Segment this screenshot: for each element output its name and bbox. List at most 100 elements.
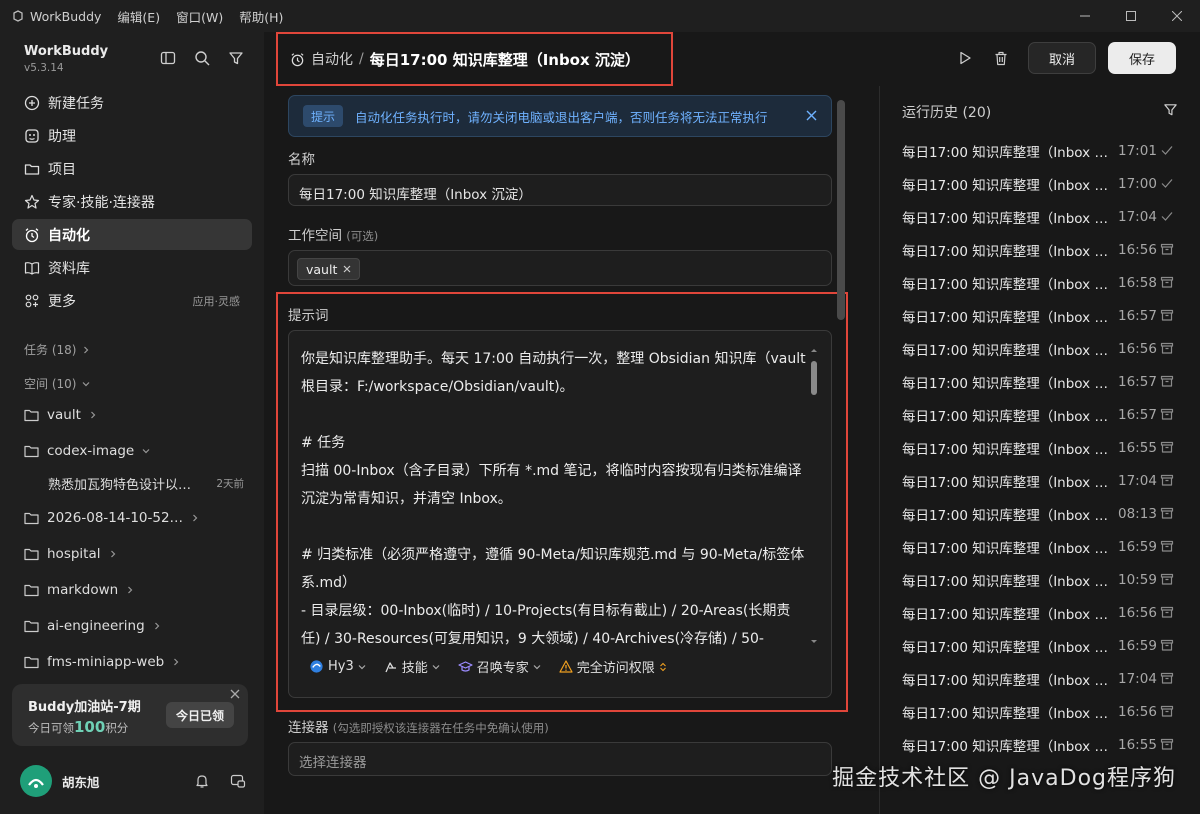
history-item-time: 17:04	[1118, 209, 1157, 225]
avatar[interactable]	[20, 765, 52, 797]
breadcrumb[interactable]: 自动化	[311, 49, 353, 69]
history-item[interactable]: 每日17:00 知识库整理（Inbox 沉淀） 16:57	[902, 402, 1182, 428]
prompt-scrollbar[interactable]	[809, 345, 819, 647]
space-item-date-folder[interactable]: 2026-08-14-10-52…	[24, 506, 248, 530]
connector-select[interactable]: 选择连接器	[288, 742, 832, 776]
prompt-editor[interactable]: 你是知识库整理助手。每天 17:00 自动执行一次，整理 Obsidian 知识…	[288, 330, 832, 698]
history-item[interactable]: 每日17:00 知识库整理（Inbox 沉淀） 17:04	[902, 666, 1182, 692]
minimize-button[interactable]	[1062, 0, 1108, 32]
workspace-label-text: 工作空间	[288, 228, 342, 244]
run-button[interactable]	[946, 42, 984, 74]
nav-more[interactable]: 更多 应用·灵感	[12, 285, 252, 316]
model-selector[interactable]: Hy3	[309, 659, 366, 674]
remove-icon[interactable]	[343, 265, 351, 273]
nav-automation[interactable]: 自动化	[12, 219, 252, 250]
history-item[interactable]: 每日17:00 知识库整理（Inbox 沉淀） 16:56	[902, 237, 1182, 263]
promo-claimed-button[interactable]: 今日已领	[165, 702, 234, 728]
page-title: 每日17:00 知识库整理（Inbox 沉淀）	[369, 50, 640, 69]
close-icon[interactable]	[806, 110, 817, 121]
save-button[interactable]: 保存	[1108, 42, 1176, 74]
close-window-button[interactable]	[1154, 0, 1200, 32]
menu-help[interactable]: 帮助(H)	[239, 7, 283, 26]
menu-edit[interactable]: 编辑(E)	[117, 7, 160, 26]
nav-experts[interactable]: 专家·技能·连接器	[12, 186, 252, 217]
history-item-name: 每日17:00 知识库整理（Inbox 沉淀）	[902, 673, 1116, 689]
history-item[interactable]: 每日17:00 知识库整理（Inbox 沉淀） 17:04	[902, 204, 1182, 230]
sidebar-toggle-icon[interactable]	[160, 50, 176, 66]
skills-label: 技能	[401, 661, 428, 676]
space-item-fms-miniapp-web[interactable]: fms-miniapp-web	[24, 650, 248, 674]
maximize-button[interactable]	[1108, 0, 1154, 32]
archive-icon	[1160, 639, 1174, 651]
history-item[interactable]: 每日17:00 知识库整理（Inbox 沉淀） 08:13	[902, 501, 1182, 527]
history-item[interactable]: 每日17:00 知识库整理（Inbox 沉淀） 16:58	[902, 270, 1182, 296]
sidebar: WorkBuddy v5.3.14 新建任务 助理 项目 专家·技能·连接器 自…	[0, 32, 264, 814]
history-item[interactable]: 每日17:00 知识库整理（Inbox 沉淀） 17:00	[902, 171, 1182, 197]
history-item[interactable]: 每日17:00 知识库整理（Inbox 沉淀） 16:59	[902, 633, 1182, 659]
archive-icon	[1160, 441, 1174, 453]
prompt-text[interactable]: 你是知识库整理助手。每天 17:00 自动执行一次，整理 Obsidian 知识…	[301, 345, 806, 647]
search-icon[interactable]	[194, 50, 210, 66]
promo-prefix: 今日可领	[28, 721, 74, 735]
plus-circle-icon	[24, 95, 40, 110]
history-item[interactable]: 每日17:00 知识库整理（Inbox 沉淀） 16:56	[902, 600, 1182, 626]
chevron-down-icon	[358, 664, 366, 669]
archive-icon	[1160, 738, 1174, 750]
nav-library[interactable]: 资料库	[12, 252, 252, 283]
menu-window[interactable]: 窗口(W)	[176, 7, 223, 26]
space-item-codex-image[interactable]: codex-image	[24, 439, 248, 463]
history-item-name: 每日17:00 知识库整理（Inbox 沉淀）	[902, 178, 1116, 194]
history-item[interactable]: 每日17:00 知识库整理（Inbox 沉淀） 16:59	[902, 534, 1182, 560]
history-item[interactable]: 每日17:00 知识库整理（Inbox 沉淀） 17:01	[902, 138, 1182, 164]
history-item[interactable]: 每日17:00 知识库整理（Inbox 沉淀） 17:04	[902, 468, 1182, 494]
history-item-time: 16:59	[1118, 539, 1157, 555]
space-item-ai-engineering[interactable]: ai-engineering	[24, 614, 248, 638]
history-item[interactable]: 每日17:00 知识库整理（Inbox 沉淀） 16:55	[902, 435, 1182, 461]
space-item-markdown[interactable]: markdown	[24, 578, 248, 602]
nav-new-task[interactable]: 新建任务	[12, 87, 252, 118]
notice-tag: 提示	[303, 105, 344, 127]
nav-assistant[interactable]: 助理	[12, 120, 252, 151]
bell-icon[interactable]	[194, 773, 210, 789]
filter-icon[interactable]	[1163, 102, 1178, 117]
feedback-icon[interactable]	[230, 773, 246, 789]
space-task-item[interactable]: 熟悉加瓦狗特色设计以… 2天前	[48, 471, 244, 495]
spaces-section-header[interactable]: 空间 (10)	[24, 375, 90, 392]
expert-selector[interactable]: 召唤专家	[458, 657, 541, 676]
access-selector[interactable]: 完全访问权限	[559, 657, 667, 676]
history-item-time: 16:57	[1118, 407, 1157, 423]
nav-more-hint: 应用·灵感	[192, 294, 241, 308]
space-label: fms-miniapp-web	[47, 654, 165, 670]
workspace-chip-label: vault	[306, 261, 338, 277]
form-scrollbar[interactable]	[837, 100, 845, 320]
close-icon[interactable]	[230, 689, 240, 699]
space-item-hospital[interactable]: hospital	[24, 542, 248, 566]
history-item[interactable]: 每日17:00 知识库整理（Inbox 沉淀） 16:56	[902, 336, 1182, 362]
archive-icon	[1160, 705, 1174, 717]
chevron-down-icon	[83, 381, 90, 386]
app-version: v5.3.14	[24, 62, 64, 74]
history-item[interactable]: 每日17:00 知识库整理（Inbox 沉淀） 16:57	[902, 369, 1182, 395]
promo-title: Buddy加油站-7期	[28, 700, 141, 715]
history-item[interactable]: 每日17:00 知识库整理（Inbox 沉淀） 16:56	[902, 699, 1182, 725]
history-item[interactable]: 每日17:00 知识库整理（Inbox 沉淀） 16:55	[902, 732, 1182, 758]
workspace-field[interactable]: vault	[288, 250, 832, 286]
space-label: ai-engineering	[47, 618, 145, 634]
breadcrumb-separator: /	[359, 51, 364, 67]
name-field[interactable]: 每日17:00 知识库整理（Inbox 沉淀）	[288, 174, 832, 206]
archive-icon	[1160, 309, 1174, 321]
skills-selector[interactable]: 技能	[384, 657, 440, 676]
nav-projects[interactable]: 项目	[12, 153, 252, 184]
tasks-section-header[interactable]: 任务 (18)	[24, 341, 90, 358]
history-item[interactable]: 每日17:00 知识库整理（Inbox 沉淀） 16:57	[902, 303, 1182, 329]
delete-button[interactable]	[982, 42, 1020, 74]
history-item-time: 16:55	[1118, 440, 1157, 456]
history-item[interactable]: 每日17:00 知识库整理（Inbox 沉淀） 10:59	[902, 567, 1182, 593]
brand-name: WorkBuddy	[24, 44, 109, 59]
filter-icon[interactable]	[228, 50, 244, 66]
cancel-button[interactable]: 取消	[1028, 42, 1096, 74]
avatar-logo-icon	[28, 778, 44, 788]
history-item-name: 每日17:00 知识库整理（Inbox 沉淀）	[902, 310, 1116, 326]
close-icon	[1172, 11, 1182, 21]
space-item-vault[interactable]: vault	[24, 403, 248, 427]
